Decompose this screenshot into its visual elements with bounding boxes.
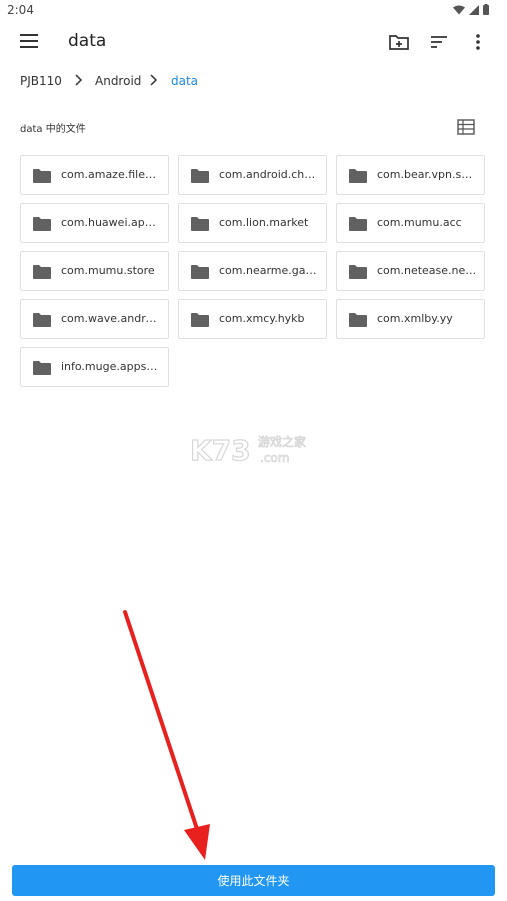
folder-label: com.mumu.acc bbox=[377, 216, 462, 229]
breadcrumb: PJB110 Android data bbox=[0, 70, 507, 92]
list-view-icon[interactable] bbox=[457, 119, 475, 135]
breadcrumb-item-pjb110[interactable]: PJB110 bbox=[20, 74, 62, 88]
folder-icon bbox=[349, 313, 367, 327]
folder-item[interactable]: com.nearme.gam… bbox=[178, 251, 327, 291]
sort-icon[interactable] bbox=[427, 30, 451, 54]
watermark-domain: .com bbox=[260, 451, 289, 465]
folder-label: com.mumu.store bbox=[61, 264, 155, 277]
folder-label: com.bear.vpn.su… bbox=[377, 168, 477, 181]
new-folder-icon[interactable] bbox=[387, 30, 411, 54]
folder-label: com.wave.androi… bbox=[61, 312, 161, 325]
folder-item[interactable]: com.bear.vpn.su… bbox=[336, 155, 485, 195]
folder-item[interactable]: com.netease.ne… bbox=[336, 251, 485, 291]
folder-icon bbox=[191, 313, 209, 327]
folder-icon bbox=[191, 217, 209, 231]
menu-icon[interactable] bbox=[20, 34, 38, 48]
folder-item[interactable]: com.lion.market bbox=[178, 203, 327, 243]
folder-item[interactable]: com.mumu.store bbox=[20, 251, 169, 291]
folder-item[interactable]: com.huawei.app… bbox=[20, 203, 169, 243]
folder-label: com.nearme.gam… bbox=[219, 264, 319, 277]
folder-item[interactable]: com.android.chr… bbox=[178, 155, 327, 195]
folder-label: info.muge.appsh… bbox=[61, 360, 161, 373]
folder-icon bbox=[33, 265, 51, 279]
watermark-logo: K73 游戏之家 .com bbox=[190, 433, 306, 466]
wifi-icon bbox=[453, 5, 465, 14]
folder-label: com.xmcy.hykb bbox=[219, 312, 305, 325]
breadcrumb-item-data[interactable]: data bbox=[171, 74, 198, 88]
folder-item[interactable]: com.mumu.acc bbox=[336, 203, 485, 243]
folder-label: com.netease.ne… bbox=[377, 264, 477, 277]
folder-label: com.huawei.app… bbox=[61, 216, 161, 229]
use-this-folder-button[interactable]: 使用此文件夹 bbox=[12, 865, 495, 896]
folder-item[interactable]: com.xmlby.yy bbox=[336, 299, 485, 339]
folder-icon bbox=[33, 217, 51, 231]
watermark-sub: 游戏之家 bbox=[258, 434, 306, 449]
folder-item[interactable]: com.wave.androi… bbox=[20, 299, 169, 339]
breadcrumb-item-android[interactable]: Android bbox=[95, 74, 141, 88]
chevron-right-icon bbox=[75, 74, 83, 86]
status-time: 2:04 bbox=[7, 3, 34, 17]
folder-icon bbox=[191, 265, 209, 279]
battery-icon bbox=[483, 4, 489, 15]
folder-item[interactable]: info.muge.appsh… bbox=[20, 347, 169, 387]
folder-icon bbox=[349, 169, 367, 183]
signal-icon bbox=[469, 4, 479, 15]
folder-icon bbox=[191, 169, 209, 183]
folder-label: com.android.chr… bbox=[219, 168, 319, 181]
folder-icon bbox=[349, 217, 367, 231]
folder-label: com.lion.market bbox=[219, 216, 309, 229]
folder-icon bbox=[33, 169, 51, 183]
folder-label: com.xmlby.yy bbox=[377, 312, 453, 325]
more-vert-icon[interactable] bbox=[466, 30, 490, 54]
status-icons bbox=[453, 4, 489, 15]
app-bar: data bbox=[0, 22, 507, 62]
page-title: data bbox=[68, 31, 107, 51]
folder-icon bbox=[349, 265, 367, 279]
folder-icon bbox=[33, 313, 51, 327]
folder-icon bbox=[33, 361, 51, 375]
section-title: data 中的文件 bbox=[20, 124, 86, 135]
status-bar: 2:04 bbox=[0, 0, 507, 22]
folder-label: com.amaze.filem… bbox=[61, 168, 161, 181]
chevron-right-icon bbox=[150, 74, 158, 86]
folder-item[interactable]: com.amaze.filem… bbox=[20, 155, 169, 195]
watermark-text: K73 bbox=[190, 434, 251, 466]
folder-item[interactable]: com.xmcy.hykb bbox=[178, 299, 327, 339]
